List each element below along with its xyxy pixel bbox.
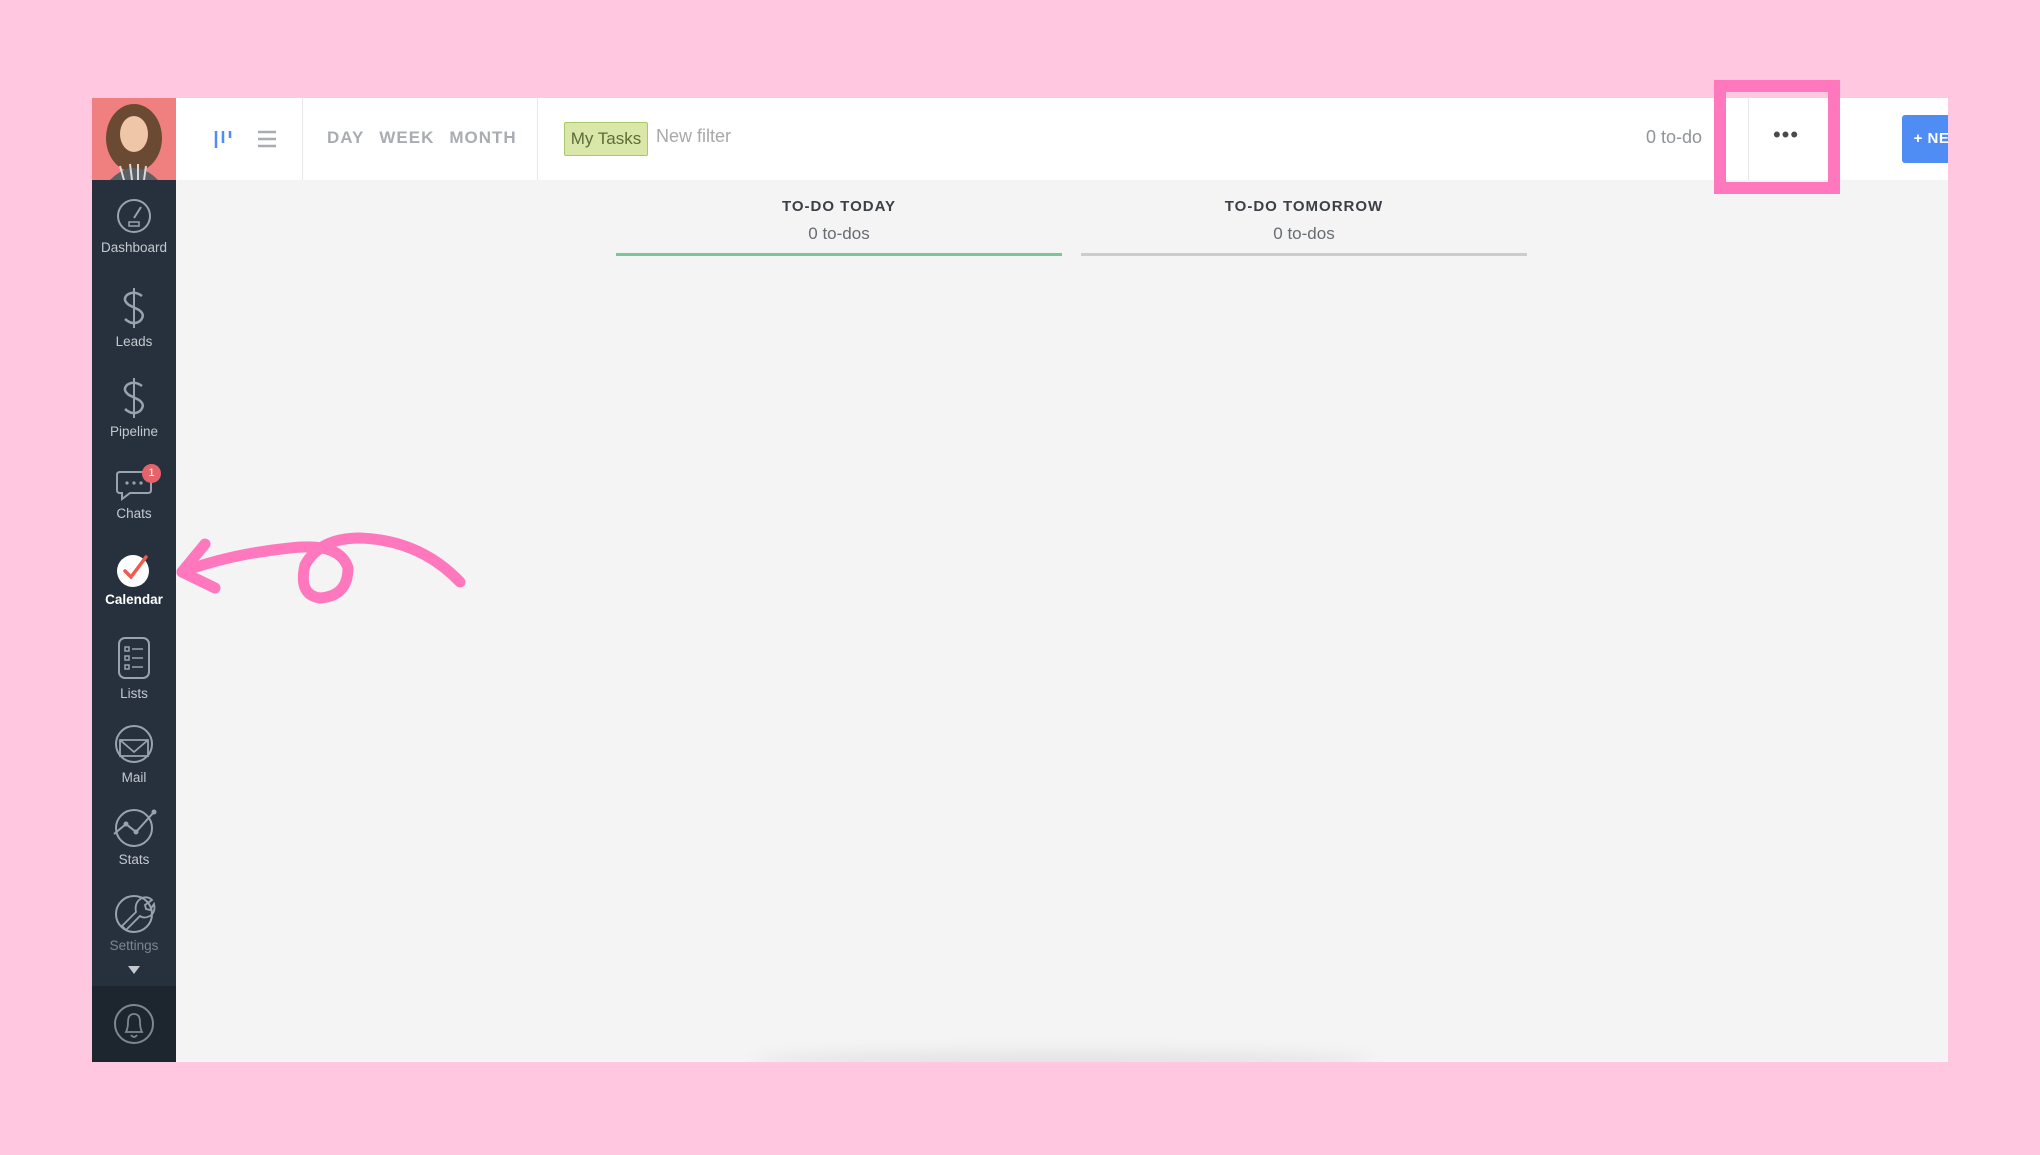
dollar-icon — [123, 288, 144, 328]
column-underline — [1081, 253, 1527, 256]
sidebar-item-settings[interactable]: Settings — [92, 890, 176, 953]
sidebar-item-stats[interactable]: Stats — [92, 804, 176, 867]
mail-icon — [115, 725, 153, 763]
sidebar-item-chats[interactable]: 1 Chats — [92, 464, 176, 521]
board-view-icon[interactable] — [213, 128, 235, 150]
list-view-icon[interactable] — [256, 128, 278, 150]
sidebar-item-leads[interactable]: Leads — [92, 286, 176, 349]
top-toolbar: DAY WEEK MONTH My Tasks New filter 0 to-… — [176, 98, 1948, 180]
bell-icon[interactable] — [112, 1002, 156, 1048]
column-title: TO-DO TODAY — [781, 198, 897, 215]
list-icon — [118, 637, 150, 679]
sidebar-item-mail[interactable]: Mail — [92, 722, 176, 785]
sidebar-item-label: Chats — [116, 506, 152, 521]
tab-month[interactable]: MONTH — [449, 128, 516, 148]
sidebar-item-calendar[interactable]: Calendar — [92, 552, 176, 607]
column-count: 0 to-dos — [1273, 224, 1335, 243]
column-underline — [616, 253, 1062, 256]
avatar[interactable] — [92, 98, 176, 180]
filter-chip-my-tasks[interactable]: My Tasks — [564, 122, 648, 156]
column-title: TO-DO TOMORROW — [1224, 198, 1384, 215]
bottom-shadow — [752, 1052, 1372, 1062]
column-today: TO-DO TODAY 0 to-dos — [616, 198, 1062, 256]
sidebar-item-dashboard[interactable]: Dashboard — [92, 196, 176, 255]
stats-icon — [113, 809, 157, 847]
sidebar-item-label: Leads — [115, 334, 153, 349]
column-tomorrow: TO-DO TOMORROW 0 to-dos — [1081, 198, 1527, 256]
dashboard-gauge-icon — [117, 199, 151, 233]
sidebar-item-lists[interactable]: Lists — [92, 634, 176, 701]
new-filter-input[interactable]: New filter — [656, 126, 731, 147]
todo-count: 0 to-do — [1646, 127, 1703, 147]
sidebar-item-pipeline[interactable]: Pipeline — [92, 376, 176, 439]
toolbar-divider — [537, 98, 538, 180]
annotation-highlight-box — [1714, 80, 1840, 194]
annotation-arrow-icon — [176, 532, 466, 604]
sidebar-item-label: Dashboard — [100, 240, 168, 255]
sidebar-item-label: Stats — [118, 852, 150, 867]
wrench-icon — [115, 895, 156, 933]
sidebar: Dashboard Leads Pipeline 1 Chats Calenda… — [92, 98, 176, 1062]
sidebar-item-label: Pipeline — [109, 424, 159, 439]
tab-day[interactable]: DAY — [327, 128, 364, 148]
view-range-tabs: DAY WEEK MONTH — [327, 128, 517, 148]
sidebar-item-label: Lists — [120, 686, 148, 701]
new-task-button[interactable]: + NEW TASK — [1902, 115, 1948, 163]
tab-week[interactable]: WEEK — [379, 128, 434, 148]
notifications-area — [92, 986, 176, 1062]
sidebar-item-label: Calendar — [105, 592, 163, 607]
sidebar-item-label: Mail — [121, 770, 147, 785]
sidebar-item-label: Settings — [109, 938, 159, 953]
chat-count-badge: 1 — [142, 464, 161, 483]
check-circle-icon — [117, 555, 149, 587]
toolbar-divider — [302, 98, 303, 180]
chevron-down-icon[interactable] — [128, 966, 140, 974]
dollar-icon — [123, 378, 144, 418]
column-count: 0 to-dos — [808, 224, 870, 243]
